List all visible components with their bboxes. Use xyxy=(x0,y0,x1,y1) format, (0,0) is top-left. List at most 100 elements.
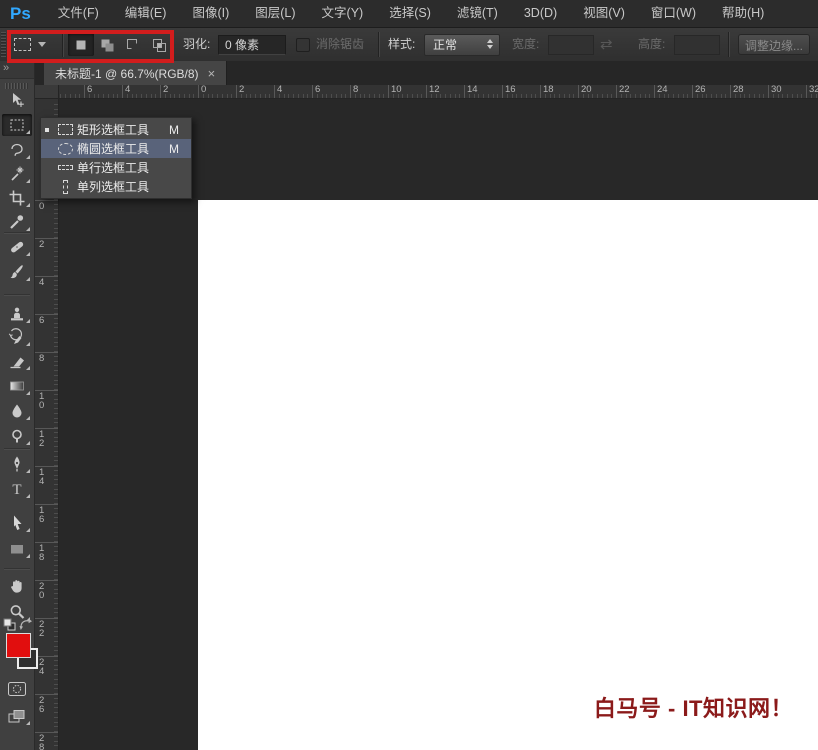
flyout-item-rect-marquee[interactable]: 矩形选框工具 M xyxy=(41,120,191,139)
canvas[interactable] xyxy=(198,200,818,750)
tools-panel: » T xyxy=(0,61,38,750)
lasso-icon xyxy=(11,143,23,156)
flyout-item-ellipse-marquee[interactable]: 椭圆选框工具 M xyxy=(41,139,191,158)
flyout-item-single-row-marquee[interactable]: 单行选框工具 xyxy=(41,158,191,177)
tool-divider xyxy=(4,232,30,233)
eraser-tool[interactable] xyxy=(2,350,32,372)
menu-view[interactable]: 视图(V) xyxy=(570,0,638,27)
rectangular-marquee-icon xyxy=(10,119,24,131)
lasso-tool[interactable] xyxy=(2,139,32,161)
menu-filter[interactable]: 滤镜(T) xyxy=(444,0,511,27)
move-tool[interactable] xyxy=(2,89,32,111)
ruler-corner[interactable] xyxy=(34,85,59,99)
height-input[interactable] xyxy=(674,35,720,55)
add-selection-icon xyxy=(101,39,114,51)
intersect-selection-button[interactable] xyxy=(146,33,172,56)
svg-text:T: T xyxy=(12,482,21,498)
rectangle-tool[interactable] xyxy=(2,538,32,560)
spot-healing-brush-tool[interactable] xyxy=(2,236,32,258)
close-tab-icon[interactable]: × xyxy=(208,67,216,80)
feather-input[interactable]: 0 像素 xyxy=(218,35,286,55)
eyedropper-tool[interactable] xyxy=(2,211,32,233)
menu-select[interactable]: 选择(S) xyxy=(376,0,444,27)
new-selection-button[interactable] xyxy=(68,33,94,56)
crop-icon xyxy=(9,190,25,206)
eyedropper-icon xyxy=(10,215,24,229)
single-column-marquee-icon xyxy=(53,179,77,194)
intersect-selection-icon xyxy=(153,38,166,52)
document-tab-bar: 未标题-1 @ 66.7%(RGB/8) × xyxy=(34,61,818,85)
menu-help[interactable]: 帮助(H) xyxy=(709,0,777,27)
tool-divider xyxy=(4,448,30,449)
dodge-tool[interactable] xyxy=(2,425,32,447)
subtract-selection-icon xyxy=(127,38,141,52)
rect-marquee-icon xyxy=(53,124,77,135)
menu-file[interactable]: 文件(F) xyxy=(45,0,112,27)
selection-arrow-icon xyxy=(14,515,22,530)
menu-image[interactable]: 图像(I) xyxy=(179,0,242,27)
path-selection-tool[interactable] xyxy=(2,512,32,534)
pen-icon xyxy=(14,456,20,472)
default-colors-icon[interactable] xyxy=(3,618,16,631)
rect-marquee-icon xyxy=(14,38,31,51)
style-label: 样式: xyxy=(388,37,416,51)
horizontal-ruler[interactable]: 64202468101214161820222426283032 xyxy=(34,85,818,99)
separator xyxy=(378,32,379,57)
refine-edge-button[interactable]: 调整边缘... xyxy=(738,34,810,55)
pen-tool[interactable] xyxy=(2,453,32,475)
menu-layer[interactable]: 图层(L) xyxy=(242,0,308,27)
gradient-icon xyxy=(10,381,24,391)
separator xyxy=(728,32,729,57)
document-tab-title: 未标题-1 @ 66.7%(RGB/8) xyxy=(55,66,199,81)
brush-icon xyxy=(10,265,23,279)
quick-mask-button[interactable] xyxy=(2,678,32,700)
clone-stamp-tool[interactable] xyxy=(2,303,32,325)
gradient-tool[interactable] xyxy=(2,375,32,397)
feather-label: 羽化: xyxy=(183,37,211,51)
rectangular-marquee-tool[interactable] xyxy=(2,114,32,136)
tool-divider xyxy=(4,294,30,295)
single-row-marquee-icon xyxy=(53,165,77,170)
hand-tool[interactable] xyxy=(2,575,32,597)
tools-panel-header[interactable]: » xyxy=(0,61,34,79)
dodge-icon xyxy=(12,429,22,443)
marquee-tool-flyout: 矩形选框工具 M 椭圆选框工具 M 单行选框工具 单列选框工具 xyxy=(40,117,192,199)
antialias-checkbox[interactable] xyxy=(296,38,310,52)
move-tool-icon xyxy=(13,93,24,107)
blur-tool[interactable] xyxy=(2,400,32,422)
flyout-item-single-column-marquee[interactable]: 单列选框工具 xyxy=(41,177,191,196)
tool-divider xyxy=(4,568,30,569)
foreground-color-swatch[interactable] xyxy=(6,633,31,658)
menu-type[interactable]: 文字(Y) xyxy=(309,0,377,27)
hand-icon xyxy=(11,580,22,593)
width-input[interactable] xyxy=(548,35,594,55)
new-selection-icon xyxy=(76,40,86,49)
magic-wand-tool[interactable] xyxy=(2,163,32,185)
tool-preset-button[interactable] xyxy=(14,33,58,56)
document-tab[interactable]: 未标题-1 @ 66.7%(RGB/8) × xyxy=(44,61,228,85)
options-bar-grip[interactable] xyxy=(1,32,6,57)
swap-colors-icon[interactable] xyxy=(19,618,33,631)
history-brush-tool[interactable] xyxy=(2,326,32,348)
menu-3d[interactable]: 3D(D) xyxy=(511,0,570,27)
separator xyxy=(62,32,63,57)
dropdown-caret-icon xyxy=(38,42,46,47)
menu-window[interactable]: 窗口(W) xyxy=(638,0,709,27)
screen-mode-icon xyxy=(8,709,25,722)
menu-edit[interactable]: 编辑(E) xyxy=(112,0,180,27)
clone-stamp-icon xyxy=(11,307,23,321)
subtract-selection-button[interactable] xyxy=(120,33,146,56)
type-icon: T xyxy=(12,482,21,498)
swap-dimensions-icon[interactable]: ⇄ xyxy=(600,28,613,61)
history-brush-icon xyxy=(8,328,22,344)
menu-bar: Ps 文件(F) 编辑(E) 图像(I) 图层(L) 文字(Y) 选择(S) 滤… xyxy=(0,0,818,28)
type-tool[interactable]: T xyxy=(2,478,32,500)
active-tool-indicator xyxy=(41,127,53,132)
collapse-panel-icon[interactable]: » xyxy=(3,62,9,74)
style-select[interactable]: 正常 xyxy=(424,34,500,56)
brush-tool[interactable] xyxy=(2,261,32,283)
add-selection-button[interactable] xyxy=(94,33,120,56)
magic-wand-icon xyxy=(11,166,24,181)
screen-mode-button[interactable] xyxy=(2,705,32,727)
crop-tool[interactable] xyxy=(2,187,32,209)
